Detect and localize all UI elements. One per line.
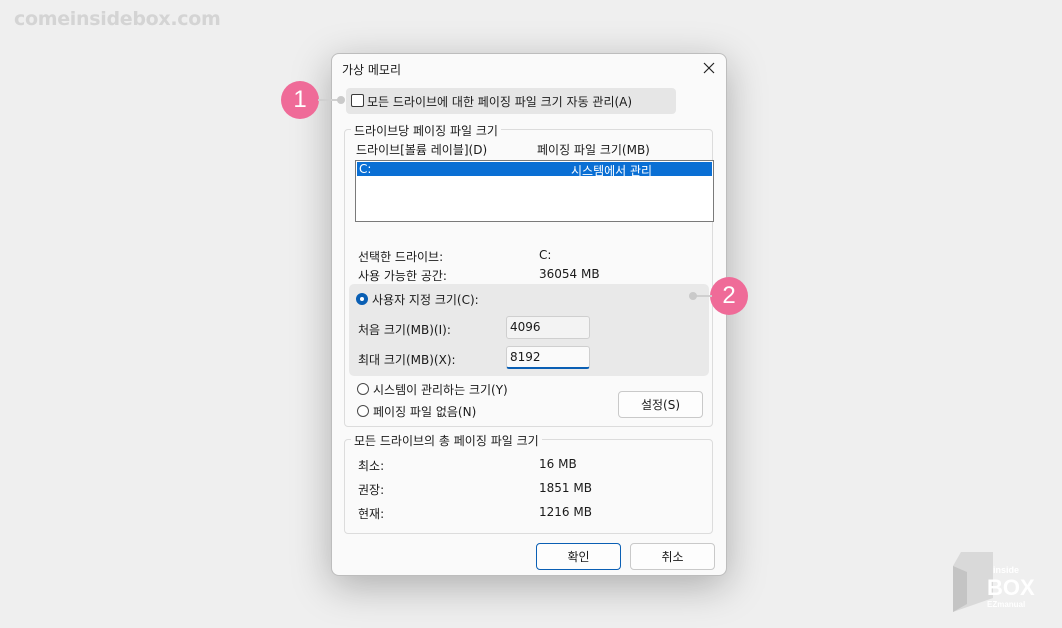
annotation-badge-1: 1	[281, 81, 319, 119]
per-drive-legend: 드라이브당 페이징 파일 크기	[351, 122, 501, 139]
annotation-badge-2: 2	[710, 277, 748, 315]
site-watermark: comeinsidebox.com	[14, 8, 221, 30]
initial-size-label: 처음 크기(MB)(I):	[358, 323, 451, 337]
set-button[interactable]: 설정(S)	[618, 391, 703, 418]
system-managed-radio[interactable]	[357, 383, 369, 395]
auto-manage-row: 모든 드라이브에 대한 페이징 파일 크기 자동 관리(A)	[346, 88, 676, 114]
selected-drive-value: C:	[539, 248, 552, 262]
column-header-drive: 드라이브[볼륨 레이블](D)	[356, 143, 488, 157]
insidebox-logo-icon: inside BOX EZmanual	[953, 552, 1035, 612]
logo-text-ezmanual: EZmanual	[987, 600, 1025, 609]
auto-manage-checkbox[interactable]	[351, 94, 364, 107]
logo-text-inside: inside	[993, 565, 1019, 575]
custom-size-label[interactable]: 사용자 지정 크기(C):	[372, 291, 479, 308]
min-label: 최소:	[358, 459, 385, 473]
no-paging-radio[interactable]	[357, 405, 369, 417]
dialog-title: 가상 메모리	[342, 63, 402, 77]
auto-manage-label[interactable]: 모든 드라이브에 대한 페이징 파일 크기 자동 관리(A)	[367, 93, 632, 110]
initial-size-input[interactable]: 4096	[506, 316, 590, 339]
recommended-value: 1851 MB	[539, 481, 592, 495]
recommended-label: 권장:	[358, 483, 385, 497]
free-space-value: 36054 MB	[539, 267, 600, 281]
custom-size-panel: 사용자 지정 크기(C): 처음 크기(MB)(I): 4096 최대 크기(M…	[349, 284, 709, 376]
logo-text-box: BOX	[987, 575, 1035, 600]
no-paging-label[interactable]: 페이징 파일 없음(N)	[373, 403, 476, 420]
current-label: 현재:	[358, 507, 385, 521]
selected-drive-label: 선택한 드라이브:	[358, 250, 444, 264]
close-icon[interactable]	[695, 57, 723, 79]
total-paging-group: 모든 드라이브의 총 페이징 파일 크기 최소: 16 MB 권장: 1851 …	[344, 432, 713, 534]
min-value: 16 MB	[539, 457, 577, 471]
drive-list-row[interactable]: C: 시스템에서 관리	[357, 162, 712, 178]
per-drive-group: 드라이브당 페이징 파일 크기 드라이브[볼륨 레이블](D) 페이징 파일 크…	[344, 122, 714, 427]
custom-size-radio[interactable]	[356, 293, 368, 305]
total-paging-legend: 모든 드라이브의 총 페이징 파일 크기	[351, 432, 542, 449]
free-space-label: 사용 가능한 공간:	[358, 269, 447, 283]
system-managed-label[interactable]: 시스템이 관리하는 크기(Y)	[373, 381, 508, 398]
cancel-button[interactable]: 취소	[630, 543, 715, 570]
current-value: 1216 MB	[539, 505, 592, 519]
virtual-memory-dialog: 가상 메모리 모든 드라이브에 대한 페이징 파일 크기 자동 관리(A) 드라…	[331, 53, 727, 576]
max-size-input[interactable]: 8192	[506, 346, 590, 369]
column-header-size: 페이징 파일 크기(MB)	[537, 143, 650, 157]
drive-cell: C:	[359, 162, 372, 176]
size-cell: 시스템에서 관리	[571, 164, 653, 178]
annotation-dot-2	[689, 292, 697, 300]
drive-listbox[interactable]: C: 시스템에서 관리	[355, 160, 714, 222]
annotation-dot-1	[337, 96, 345, 104]
max-size-label: 최대 크기(MB)(X):	[358, 353, 456, 367]
ok-button[interactable]: 확인	[536, 543, 621, 570]
